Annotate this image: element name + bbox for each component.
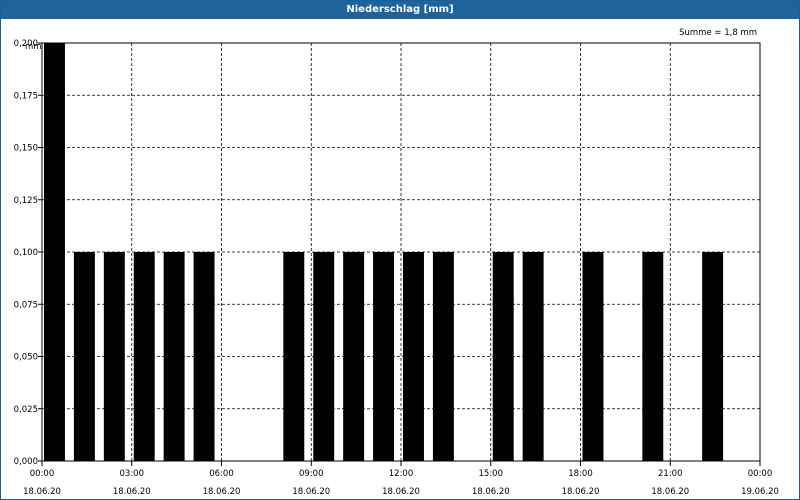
bar-1100 xyxy=(373,252,395,461)
bar-1500 xyxy=(492,252,514,461)
x-tick-time-label: 18:00 xyxy=(568,469,593,479)
bar-0500 xyxy=(193,252,215,461)
x-tick-date-label: 18.06.20 xyxy=(562,487,600,497)
x-tick-date-label: 18.06.20 xyxy=(651,487,689,497)
chart-window: Niederschlag [mm] Summe = 1,8 mm mm 0,00… xyxy=(0,0,800,500)
bar-0800 xyxy=(283,252,305,461)
x-axis-ticks: 00:00 18.06.20 03:00 18.06.20 06:00 18.06.20 0… xyxy=(23,461,779,497)
bar-0000 xyxy=(44,43,65,461)
x-tick-date-label: 18.06.20 xyxy=(113,487,151,497)
x-tick-date-label: 19.06.20 xyxy=(741,487,779,497)
x-tick-time-label: 15:00 xyxy=(479,469,504,479)
y-tick-label: 0,125 xyxy=(14,196,38,206)
y-tick-label: 0,175 xyxy=(14,91,38,101)
sum-annotation: Summe = 1,8 mm xyxy=(679,28,757,38)
bar-0400 xyxy=(163,252,185,461)
x-tick-time-label: 06:00 xyxy=(209,469,234,479)
bar-1800 xyxy=(582,252,604,461)
y-axis-ticks: 0,000 0,025 0,050 0,075 0,100 0,125 0,150 0,175… xyxy=(14,39,42,467)
y-tick-label: 0,100 xyxy=(14,248,38,258)
bar-0300 xyxy=(133,252,155,461)
y-tick-label: 0,150 xyxy=(14,144,38,154)
x-tick-time-label: 09:00 xyxy=(299,469,324,479)
x-tick-time-label: 03:00 xyxy=(120,469,145,479)
x-tick-date-label: 18.06.20 xyxy=(292,487,330,497)
bar-2000 xyxy=(642,252,664,461)
y-tick-label: 0,000 xyxy=(14,457,38,467)
x-tick-time-label: 00:00 xyxy=(748,469,773,479)
bar-1200 xyxy=(403,252,424,461)
bar-1300 xyxy=(432,252,454,461)
bar-2200 xyxy=(702,252,724,461)
x-tick-date-label: 18.06.20 xyxy=(382,487,420,497)
x-tick-date-label: 18.06.20 xyxy=(23,487,61,497)
y-tick-label: 0,200 xyxy=(14,39,38,49)
chart-title: Niederschlag [mm] xyxy=(1,1,799,19)
bar-0100 xyxy=(73,252,95,461)
bar-0200 xyxy=(103,252,125,461)
x-tick-time-label: 21:00 xyxy=(658,469,683,479)
bar-0900 xyxy=(313,252,335,461)
y-tick-label: 0,075 xyxy=(14,300,38,310)
y-tick-label: 0,050 xyxy=(14,353,38,363)
x-tick-time-label: 00:00 xyxy=(30,469,55,479)
bar-1600 xyxy=(522,252,544,461)
bar-1000 xyxy=(343,252,365,461)
x-tick-time-label: 12:00 xyxy=(389,469,414,479)
x-tick-date-label: 18.06.20 xyxy=(472,487,510,497)
bars-group xyxy=(44,43,724,461)
chart-svg: Summe = 1,8 mm mm 0,0000,0250,0500,0750,… xyxy=(14,28,779,497)
y-tick-label: 0,025 xyxy=(14,405,38,415)
x-tick-date-label: 18.06.20 xyxy=(203,487,241,497)
